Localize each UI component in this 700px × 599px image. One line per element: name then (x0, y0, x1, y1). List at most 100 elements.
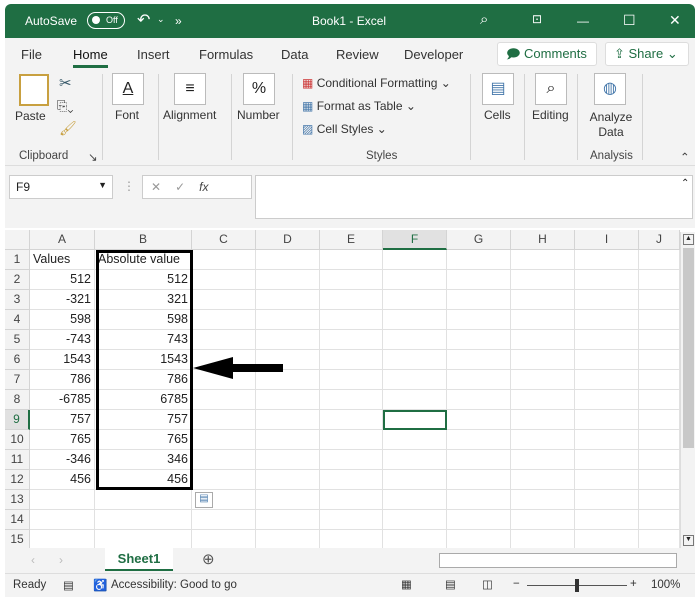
cell-J3[interactable] (639, 290, 680, 310)
new-sheet-icon[interactable]: ⊕ (202, 550, 215, 568)
cell-G7[interactable] (447, 370, 511, 390)
row-header-7[interactable]: 7 (5, 370, 30, 390)
close-icon[interactable]: ✕ (669, 12, 681, 29)
accessibility-icon[interactable]: ♿ (93, 578, 107, 592)
cell-C5[interactable] (192, 330, 256, 350)
cell-H2[interactable] (511, 270, 575, 290)
format-painter-icon[interactable]: 🖌 (59, 120, 77, 137)
cut-icon[interactable]: ✂ (59, 74, 72, 92)
cell-E4[interactable] (320, 310, 383, 330)
cell-J7[interactable] (639, 370, 680, 390)
paste-icon[interactable] (19, 74, 49, 106)
cell-F11[interactable] (383, 450, 447, 470)
cell-I11[interactable] (575, 450, 639, 470)
cell-G5[interactable] (447, 330, 511, 350)
cell-A15[interactable] (30, 530, 95, 548)
page-break-icon[interactable]: ◫ (482, 577, 493, 591)
cell-I10[interactable] (575, 430, 639, 450)
cell-I15[interactable] (575, 530, 639, 548)
cell-B2[interactable]: 512 (95, 270, 192, 290)
cells-button[interactable]: Cells (484, 108, 511, 122)
editing-button[interactable]: Editing (532, 108, 569, 122)
row-header-10[interactable]: 10 (5, 430, 30, 450)
page-layout-icon[interactable]: ▤ (445, 577, 456, 591)
row-header-12[interactable]: 12 (5, 470, 30, 490)
cancel-icon[interactable]: ✕ (151, 180, 175, 194)
font-button[interactable]: Font (115, 108, 139, 122)
zoom-slider-thumb[interactable] (575, 579, 579, 592)
zoom-in-icon[interactable]: + (630, 578, 637, 590)
cell-G2[interactable] (447, 270, 511, 290)
more-commands-icon[interactable]: » (175, 14, 182, 28)
cell-J4[interactable] (639, 310, 680, 330)
cell-A4[interactable]: 598 (30, 310, 95, 330)
undo-icon[interactable]: ↶ (137, 10, 150, 30)
cell-E1[interactable] (320, 250, 383, 270)
column-header-A[interactable]: A (30, 230, 95, 250)
cell-E11[interactable] (320, 450, 383, 470)
row-header-2[interactable]: 2 (5, 270, 30, 290)
undo-dropdown-icon[interactable]: ⌄ (157, 14, 165, 25)
cell-D8[interactable] (256, 390, 320, 410)
cell-I13[interactable] (575, 490, 639, 510)
cell-E6[interactable] (320, 350, 383, 370)
cell-J1[interactable] (639, 250, 680, 270)
cell-J9[interactable] (639, 410, 680, 430)
cell-B11[interactable]: 346 (95, 450, 192, 470)
cell-B13[interactable] (95, 490, 192, 510)
cell-C3[interactable] (192, 290, 256, 310)
cell-F9[interactable] (383, 410, 447, 430)
row-header-5[interactable]: 5 (5, 330, 30, 350)
cell-G14[interactable] (447, 510, 511, 530)
cell-G6[interactable] (447, 350, 511, 370)
cell-D4[interactable] (256, 310, 320, 330)
cell-H4[interactable] (511, 310, 575, 330)
paste-button[interactable]: Paste (15, 109, 46, 123)
cell-I1[interactable] (575, 250, 639, 270)
cell-A3[interactable]: -321 (30, 290, 95, 310)
column-header-H[interactable]: H (511, 230, 575, 250)
tab-home[interactable]: Home (73, 47, 108, 68)
normal-view-icon[interactable]: ▦ (401, 577, 412, 591)
cell-H12[interactable] (511, 470, 575, 490)
cell-D3[interactable] (256, 290, 320, 310)
macro-recording-icon[interactable]: ▤ (63, 578, 74, 592)
row-header-9[interactable]: 9 (5, 410, 30, 430)
row-header-8[interactable]: 8 (5, 390, 30, 410)
scroll-thumb[interactable] (683, 248, 694, 448)
tab-data[interactable]: Data (281, 47, 308, 62)
cell-H5[interactable] (511, 330, 575, 350)
cells-icon[interactable]: ▤ (482, 73, 514, 105)
cell-F14[interactable] (383, 510, 447, 530)
column-header-D[interactable]: D (256, 230, 320, 250)
cell-G4[interactable] (447, 310, 511, 330)
cell-B4[interactable]: 598 (95, 310, 192, 330)
cell-H1[interactable] (511, 250, 575, 270)
cell-A1[interactable]: Values (30, 250, 95, 270)
row-header-1[interactable]: 1 (5, 250, 30, 270)
cell-G15[interactable] (447, 530, 511, 548)
cell-E10[interactable] (320, 430, 383, 450)
number-format-icon[interactable]: % (243, 73, 275, 105)
cell-H14[interactable] (511, 510, 575, 530)
name-box-dropdown-icon[interactable]: ▼ (98, 180, 107, 190)
analyze-data-icon[interactable]: ◍ (594, 73, 626, 105)
cell-B12[interactable]: 456 (95, 470, 192, 490)
cell-I2[interactable] (575, 270, 639, 290)
cell-C14[interactable] (192, 510, 256, 530)
cell-C10[interactable] (192, 430, 256, 450)
paste-options-icon[interactable]: ▤ (195, 492, 213, 508)
scroll-down-icon[interactable]: ▼ (683, 535, 694, 546)
cell-G12[interactable] (447, 470, 511, 490)
cell-B10[interactable]: 765 (95, 430, 192, 450)
cell-E14[interactable] (320, 510, 383, 530)
cell-F12[interactable] (383, 470, 447, 490)
share-button[interactable]: ⇪ Share ⌄ (605, 42, 689, 66)
cell-E2[interactable] (320, 270, 383, 290)
cell-F1[interactable] (383, 250, 447, 270)
column-header-B[interactable]: B (95, 230, 192, 250)
cell-D1[interactable] (256, 250, 320, 270)
cell-I5[interactable] (575, 330, 639, 350)
cell-E3[interactable] (320, 290, 383, 310)
maximize-icon[interactable]: ☐ (623, 12, 636, 29)
